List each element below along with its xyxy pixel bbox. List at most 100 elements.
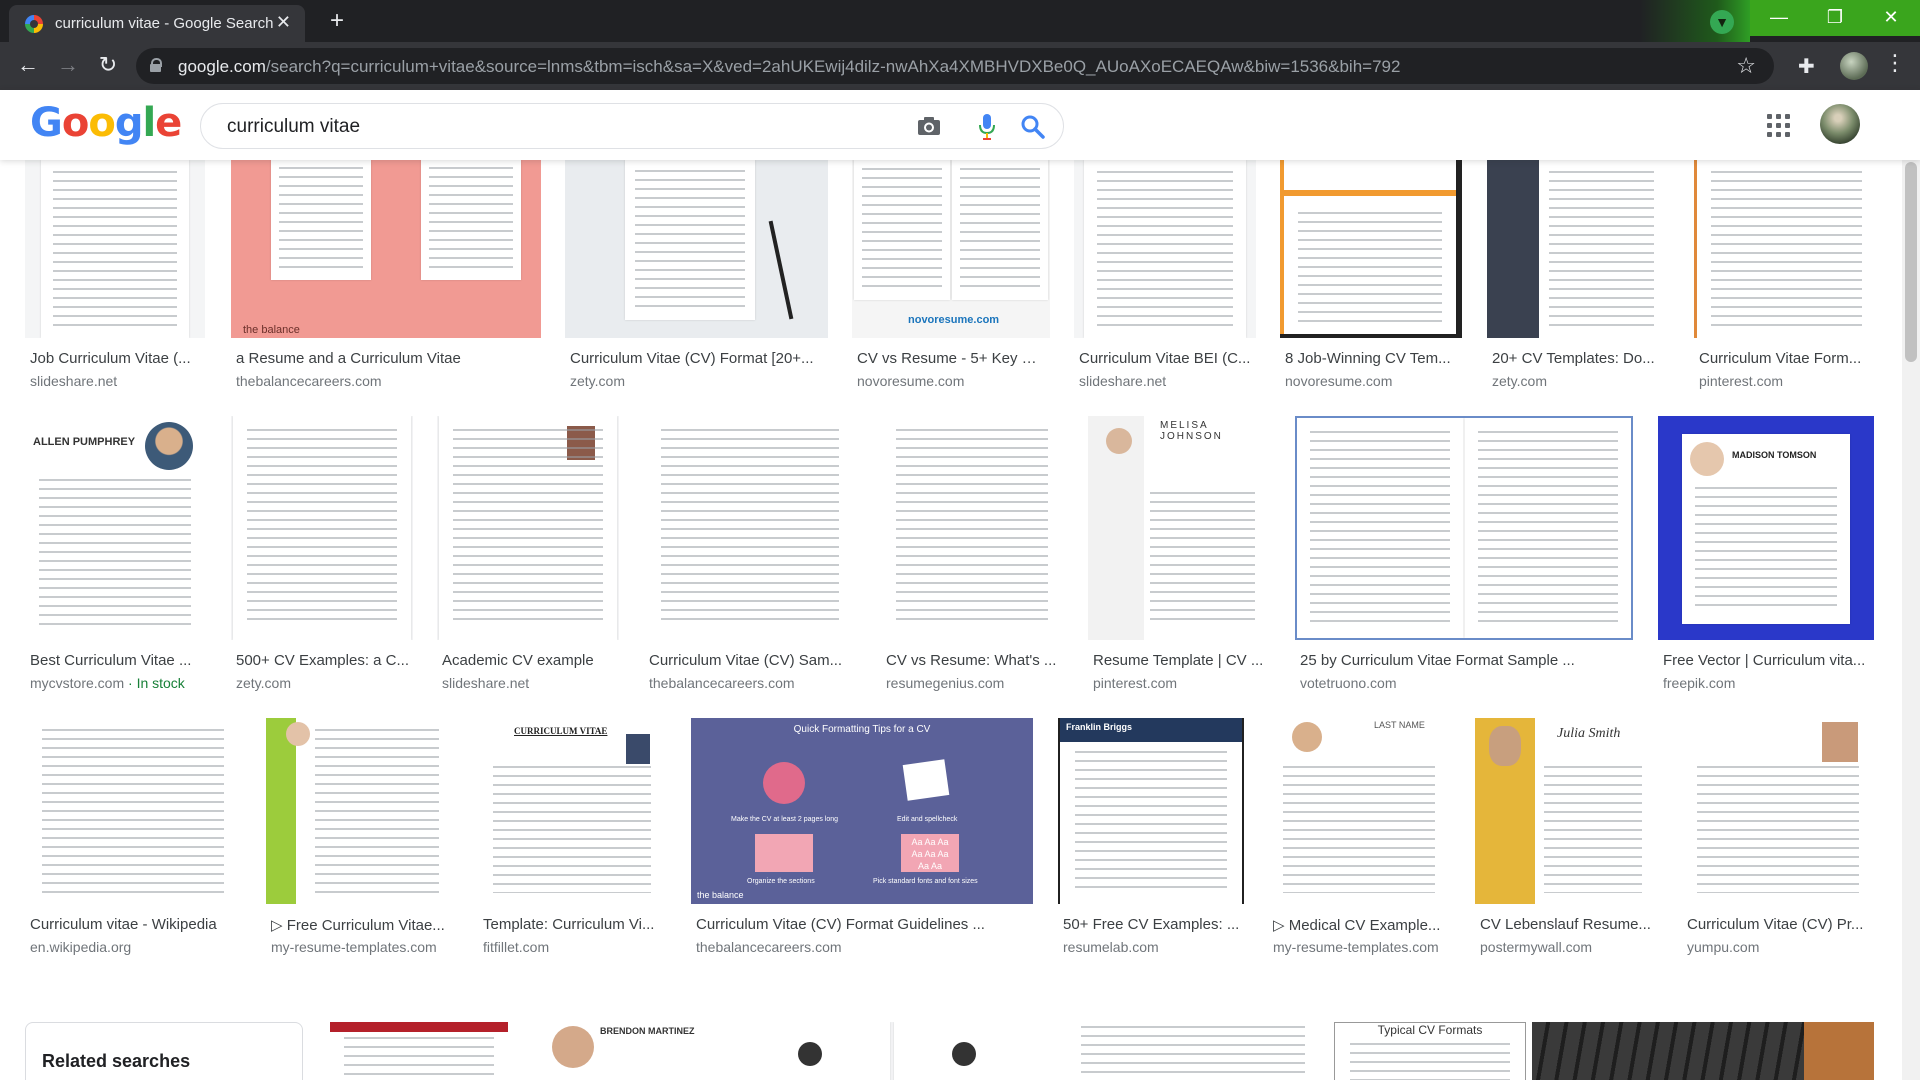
- image-result-card[interactable]: Julia Smith CV Lebenslauf Resume... post…: [1475, 718, 1657, 958]
- bookmark-star-icon[interactable]: ☆: [1736, 53, 1756, 79]
- result-source[interactable]: novoresume.com: [857, 373, 964, 389]
- image-result-card[interactable]: 25 by Curriculum Vitae Format Sample ...…: [1295, 416, 1633, 691]
- result-title[interactable]: 8 Job-Winning CV Tem...: [1285, 350, 1461, 367]
- google-apps-grid-icon[interactable]: [1767, 114, 1791, 138]
- result-source[interactable]: thebalancecareers.com: [236, 373, 382, 389]
- google-account-avatar[interactable]: [1820, 104, 1860, 144]
- google-logo[interactable]: Google: [30, 100, 182, 146]
- result-thumbnail[interactable]: [1487, 160, 1669, 338]
- image-result-card[interactable]: CURRICULUM VITAE Template: Curriculum Vi…: [478, 718, 666, 958]
- image-result-card[interactable]: 500+ CV Examples: a C... zety.com: [231, 416, 413, 691]
- result-source[interactable]: zety.com: [236, 675, 291, 691]
- result-title[interactable]: Job Curriculum Vitae (...: [30, 350, 205, 367]
- result-title[interactable]: Curriculum Vitae BEI (C...: [1079, 350, 1255, 367]
- image-result-card[interactable]: Academic CV example slideshare.net: [437, 416, 619, 691]
- result-title[interactable]: Curriculum Vitae (CV) Format [20+...: [570, 350, 825, 367]
- image-result-card[interactable]: 20+ CV Templates: Do... zety.com: [1487, 160, 1669, 400]
- result-thumbnail[interactable]: Quick Formatting Tips for a CV Make the …: [691, 718, 1033, 904]
- search-box[interactable]: curriculum vitae: [200, 103, 1064, 149]
- result-source[interactable]: votetruono.com: [1300, 675, 1397, 691]
- maximize-button[interactable]: ❐: [1806, 0, 1864, 36]
- result-thumbnail[interactable]: [25, 718, 241, 904]
- result-source[interactable]: freepik.com: [1663, 675, 1735, 691]
- back-arrow-icon[interactable]: ←: [12, 50, 44, 82]
- image-result-card[interactable]: Curriculum Vitae (CV) Pr... yumpu.com: [1682, 718, 1874, 958]
- result-source[interactable]: resumegenius.com: [886, 675, 1004, 691]
- result-thumbnail[interactable]: LAST NAME: [1268, 718, 1450, 904]
- result-title[interactable]: 500+ CV Examples: a C...: [236, 652, 412, 669]
- image-result-card[interactable]: ALLEN PUMPHREY Best Curriculum Vitae ...…: [25, 416, 205, 691]
- result-thumbnail[interactable]: [1295, 416, 1633, 640]
- result-source[interactable]: fitfillet.com: [483, 939, 549, 955]
- image-result-card[interactable]: MADISON TOMSON Free Vector | Curriculum …: [1658, 416, 1874, 691]
- image-result-card[interactable]: Curriculum Vitae (CV) Format [20+... zet…: [565, 160, 828, 400]
- microphone-icon[interactable]: [975, 112, 999, 142]
- result-thumbnail[interactable]: MELISA JOHNSON: [1088, 416, 1270, 640]
- image-result-card[interactable]: Franklin Briggs 50+ Free CV Examples: ..…: [1058, 718, 1244, 958]
- result-thumbnail[interactable]: Typical CV Formats: [1334, 1022, 1526, 1080]
- result-title[interactable]: 20+ CV Templates: Do...: [1492, 350, 1668, 367]
- result-source[interactable]: thebalancecareers.com: [649, 675, 795, 691]
- search-icon[interactable]: [1019, 113, 1047, 141]
- result-thumbnail[interactable]: [1280, 160, 1462, 338]
- image-result-card[interactable]: novoresume.com CV vs Resume - 5+ Key Di.…: [852, 160, 1050, 400]
- result-thumbnail[interactable]: [1532, 1022, 1874, 1080]
- result-thumbnail[interactable]: [1694, 160, 1876, 338]
- image-result-card[interactable]: Quick Formatting Tips for a CV Make the …: [691, 718, 1033, 958]
- reload-icon[interactable]: ↻: [92, 50, 124, 82]
- result-title[interactable]: 25 by Curriculum Vitae Format Sample ...: [1300, 652, 1630, 669]
- result-thumbnail[interactable]: [1074, 160, 1256, 338]
- result-source[interactable]: pinterest.com: [1093, 675, 1177, 691]
- result-title[interactable]: Curriculum vitae - Wikipedia: [30, 916, 240, 933]
- tab-close-icon[interactable]: ✕: [276, 12, 291, 33]
- result-thumbnail[interactable]: novoresume.com: [852, 160, 1050, 338]
- new-tab-button[interactable]: +: [322, 7, 352, 37]
- forward-arrow-icon[interactable]: →: [52, 50, 84, 82]
- result-title[interactable]: Curriculum Vitae Form...: [1699, 350, 1875, 367]
- result-thumbnail[interactable]: MADISON TOMSON: [1658, 416, 1874, 640]
- result-thumbnail[interactable]: [644, 416, 856, 640]
- image-result-card[interactable]: Curriculum Vitae Form... pinterest.com: [1694, 160, 1876, 400]
- result-title[interactable]: Template: Curriculum Vi...: [483, 916, 665, 933]
- image-result-card[interactable]: LAST NAME ▷ Medical CV Example... my-res…: [1268, 718, 1450, 958]
- result-source[interactable]: resumelab.com: [1063, 939, 1159, 955]
- result-title[interactable]: Best Curriculum Vitae ...: [30, 652, 205, 669]
- image-result-card[interactable]: Curriculum Vitae BEI (C... slideshare.ne…: [1074, 160, 1256, 400]
- result-title[interactable]: ▷ Free Curriculum Vitae...: [271, 916, 453, 934]
- result-title[interactable]: CV vs Resume - 5+ Key Di...: [857, 350, 1047, 367]
- result-title[interactable]: CV Lebenslauf Resume...: [1480, 916, 1656, 933]
- minimize-button[interactable]: —: [1750, 0, 1808, 36]
- result-source[interactable]: yumpu.com: [1687, 939, 1759, 955]
- result-thumbnail[interactable]: [330, 1022, 508, 1080]
- result-title[interactable]: 50+ Free CV Examples: ...: [1063, 916, 1243, 933]
- result-thumbnail[interactable]: BRENDON MARTINEZ: [544, 1022, 720, 1080]
- related-searches-card[interactable]: Related searches: [25, 1022, 303, 1080]
- result-thumbnail[interactable]: [25, 160, 205, 338]
- result-thumbnail[interactable]: [748, 1022, 1036, 1080]
- result-source[interactable]: thebalancecareers.com: [696, 939, 842, 955]
- camera-search-icon[interactable]: [917, 116, 941, 136]
- result-source[interactable]: my-resume-templates.com: [271, 939, 437, 955]
- result-thumbnail[interactable]: [266, 718, 454, 904]
- result-source[interactable]: zety.com: [1492, 373, 1547, 389]
- result-thumbnail[interactable]: [231, 416, 413, 640]
- page-scrollbar[interactable]: [1902, 160, 1920, 1080]
- result-thumbnail[interactable]: Franklin Briggs: [1058, 718, 1244, 904]
- image-result-card[interactable]: 8 Job-Winning CV Tem... novoresume.com: [1280, 160, 1462, 400]
- result-title[interactable]: Academic CV example: [442, 652, 618, 669]
- search-input[interactable]: curriculum vitae: [227, 116, 360, 138]
- active-tab[interactable]: curriculum vitae - Google Search ✕: [9, 5, 305, 42]
- result-title[interactable]: ▷ Medical CV Example...: [1273, 916, 1449, 934]
- result-source[interactable]: slideshare.net: [30, 373, 117, 389]
- result-thumbnail[interactable]: ALLEN PUMPHREY: [25, 416, 205, 640]
- result-source[interactable]: pinterest.com: [1699, 373, 1783, 389]
- result-title[interactable]: Curriculum Vitae (CV) Pr...: [1687, 916, 1873, 933]
- result-title[interactable]: Curriculum Vitae (CV) Sam...: [649, 652, 855, 669]
- result-source[interactable]: mycvstore.com · In stock: [30, 675, 185, 691]
- result-thumbnail[interactable]: the balance: [231, 160, 541, 338]
- image-result-card[interactable]: Curriculum vitae - Wikipedia en.wikipedi…: [25, 718, 241, 958]
- result-source[interactable]: zety.com: [570, 373, 625, 389]
- result-thumbnail[interactable]: Julia Smith: [1475, 718, 1657, 904]
- image-result-card[interactable]: Job Curriculum Vitae (... slideshare.net: [25, 160, 205, 400]
- puzzle-icon[interactable]: ✚: [1798, 54, 1815, 79]
